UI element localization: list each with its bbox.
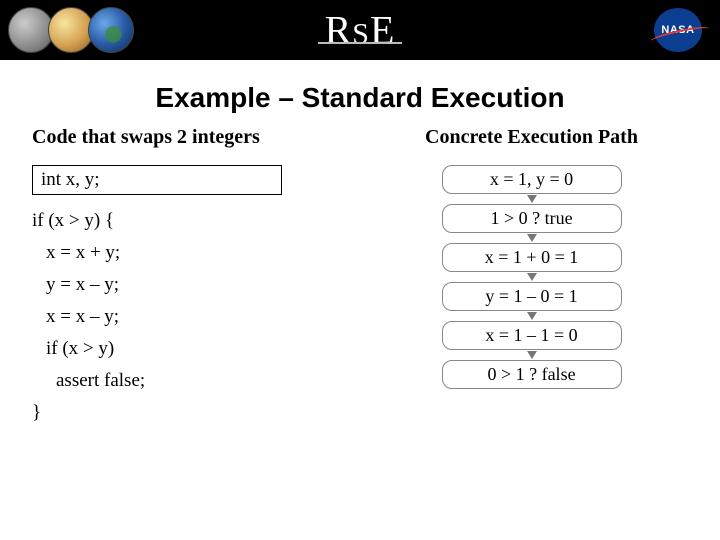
planet-row <box>8 7 128 53</box>
exec-step: x = 1 + 0 = 1 <box>442 243 622 272</box>
exec-step: 1 > 0 ? true <box>442 204 622 233</box>
logo-letter-r: R <box>325 7 353 54</box>
execution-column: Concrete Execution Path x = 1, y = 0 1 >… <box>375 126 688 429</box>
execution-steps: x = 1, y = 0 1 > 0 ? true x = 1 + 0 = 1 … <box>375 165 688 389</box>
code-line: x = x – y; <box>32 301 345 333</box>
code-line: } <box>32 397 345 429</box>
earth-icon <box>88 7 134 53</box>
exec-step: 0 > 1 ? false <box>442 360 622 389</box>
header-banner: R S E NASA <box>0 0 720 60</box>
down-arrow-icon <box>527 351 537 359</box>
code-column: Code that swaps 2 integers int x, y; if … <box>32 126 345 429</box>
down-arrow-icon <box>527 273 537 281</box>
nasa-logo: NASA <box>654 8 702 52</box>
content-columns: Code that swaps 2 integers int x, y; if … <box>0 126 720 429</box>
exec-step: y = 1 – 0 = 1 <box>442 282 622 311</box>
code-line: y = x – y; <box>32 269 345 301</box>
slide-title: Example – Standard Execution <box>0 82 720 114</box>
down-arrow-icon <box>527 195 537 203</box>
execution-heading: Concrete Execution Path <box>375 126 688 149</box>
decl-text: int x, y; <box>41 169 100 190</box>
code-line: x = x + y; <box>32 237 345 269</box>
logo-underline <box>318 42 402 44</box>
declaration-box: int x, y; <box>32 165 282 195</box>
exec-step: x = 1 – 1 = 0 <box>442 321 622 350</box>
rse-logo: R S E <box>325 7 396 54</box>
code-heading: Code that swaps 2 integers <box>32 126 345 149</box>
logo-letter-s: S <box>352 18 370 52</box>
down-arrow-icon <box>527 234 537 242</box>
code-line: if (x > y) { <box>32 205 345 237</box>
down-arrow-icon <box>527 312 537 320</box>
code-line: assert false; <box>32 365 345 397</box>
logo-letter-e: E <box>370 7 395 54</box>
exec-step: x = 1, y = 0 <box>442 165 622 194</box>
code-line: if (x > y) <box>32 333 345 365</box>
nasa-meatball-icon: NASA <box>654 8 702 52</box>
